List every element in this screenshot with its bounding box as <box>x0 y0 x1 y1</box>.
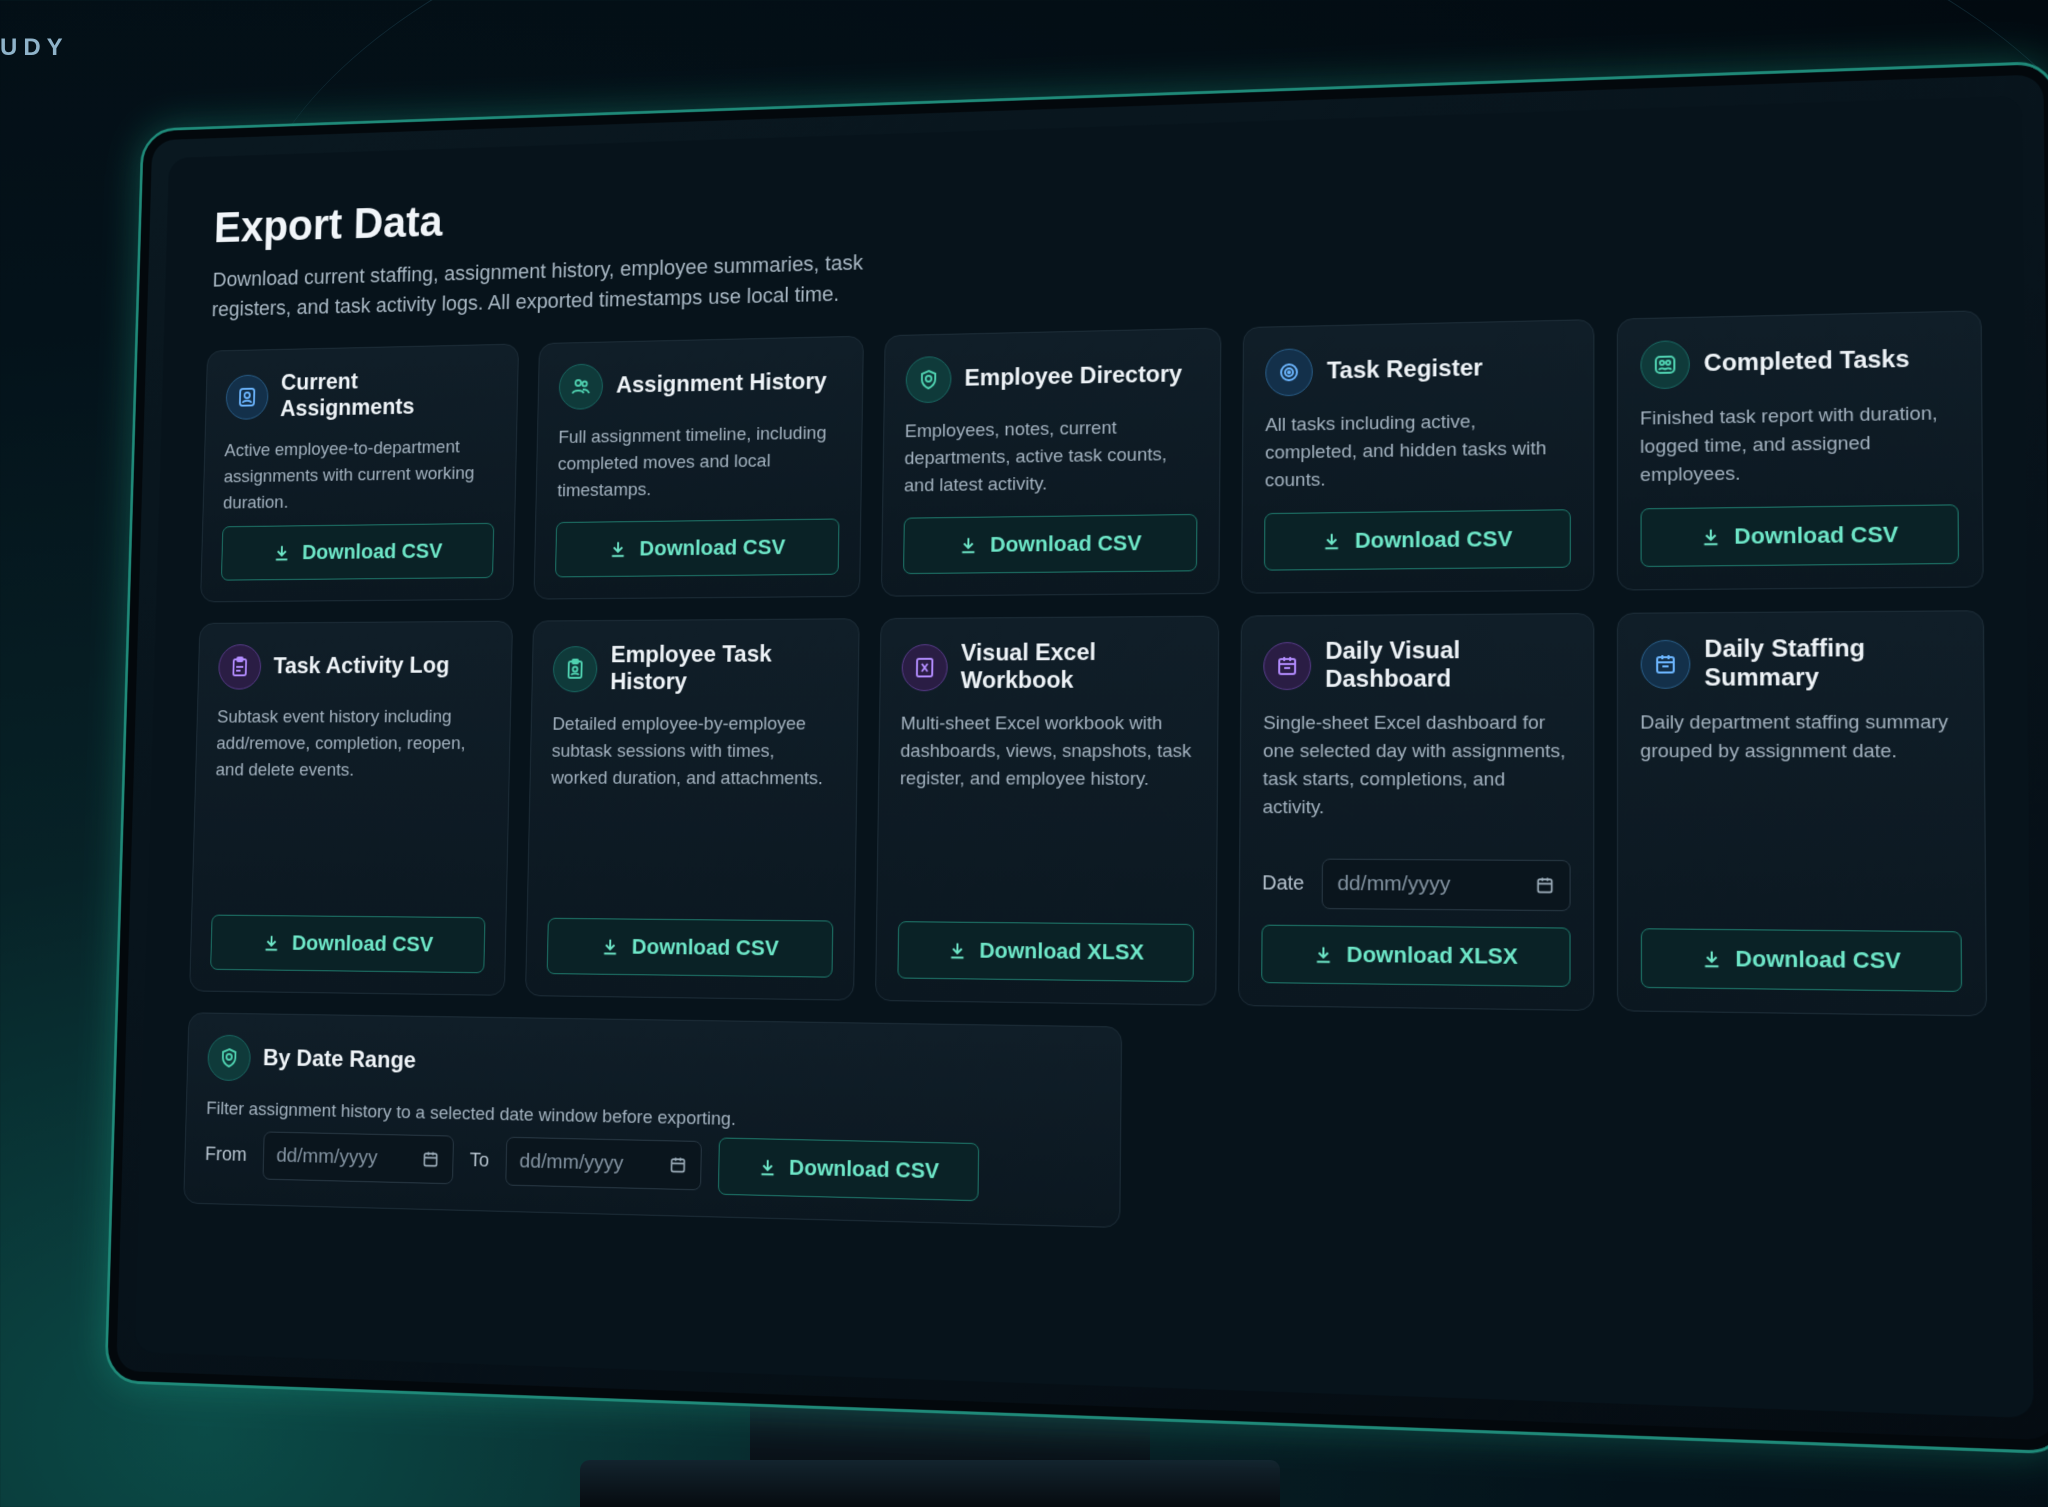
card-assignment-history: Assignment History Full assignment timel… <box>533 335 864 600</box>
from-date-input[interactable]: dd/mm/yyyy <box>262 1131 454 1185</box>
card-description: Multi-sheet Excel workbook with dashboar… <box>899 713 1192 790</box>
date-placeholder: dd/mm/yyyy <box>1337 871 1451 896</box>
card-visual-excel-workbook: Visual Excel Workbook Multi-sheet Excel … <box>874 615 1220 1006</box>
download-icon <box>272 542 292 563</box>
button-label: Download CSV <box>639 534 786 561</box>
download-csv-button[interactable]: Download CSV <box>555 518 840 578</box>
card-current-assignments: Current Assignments Active employee-to-d… <box>200 343 520 603</box>
download-icon <box>261 932 281 953</box>
button-label: Download XLSX <box>1346 941 1518 969</box>
download-icon <box>1700 947 1723 970</box>
download-csv-button[interactable]: Download CSV <box>210 914 486 974</box>
card-title: Task Activity Log <box>273 652 450 680</box>
target-icon <box>1265 348 1314 397</box>
download-csv-button[interactable]: Download CSV <box>1640 928 1963 992</box>
date-row: Date dd/mm/yyyy <box>1261 858 1571 912</box>
to-label: To <box>469 1149 490 1171</box>
button-label: Download CSV <box>1354 526 1513 553</box>
calendar-picker-icon[interactable] <box>668 1155 687 1175</box>
button-label: Download CSV <box>1734 521 1899 549</box>
button-label: Download CSV <box>788 1154 940 1184</box>
card-title: Task Register <box>1326 354 1483 385</box>
download-icon <box>600 936 621 958</box>
download-xlsx-button[interactable]: Download XLSX <box>897 921 1195 983</box>
card-description: Employees, notes, current departments, a… <box>903 417 1167 497</box>
card-description: Detailed employee-by-employee subtask se… <box>550 713 824 790</box>
download-icon <box>608 538 629 559</box>
calendar-icon <box>1640 639 1690 689</box>
id-badge-icon <box>905 355 952 404</box>
card-title: Current Assignments <box>279 368 415 422</box>
download-icon <box>1321 530 1343 552</box>
clipboard-icon <box>217 644 262 690</box>
card-description: Finished task report with duration, logg… <box>1640 403 1938 487</box>
button-label: Download CSV <box>990 530 1142 557</box>
calendar-picker-icon[interactable] <box>1534 875 1555 896</box>
card-employee-directory: Employee Directory Employees, notes, cur… <box>880 327 1222 597</box>
screen: Export Data Download current staffing, a… <box>134 95 2034 1419</box>
date-range-row: From dd/mm/yyyy To dd/mm/yyyy Download C… <box>204 1126 979 1202</box>
card-description: Active employee-to-department assignment… <box>222 437 475 514</box>
to-date-placeholder: dd/mm/yyyy <box>519 1149 624 1175</box>
download-icon <box>946 939 967 961</box>
card-task-register: Task Register All tasks including active… <box>1241 319 1594 594</box>
download-csv-button[interactable]: Download CSV <box>717 1137 979 1202</box>
monitor-base <box>580 1460 1280 1507</box>
calendar-picker-icon[interactable] <box>421 1149 440 1169</box>
button-label: Download CSV <box>631 934 779 961</box>
card-by-date-range: By Date Range Filter assignment history … <box>183 1012 1123 1228</box>
download-csv-button[interactable]: Download CSV <box>902 513 1198 575</box>
from-date-placeholder: dd/mm/yyyy <box>276 1144 378 1169</box>
card-title: Completed Tasks <box>1703 345 1910 378</box>
users-icon <box>558 363 604 410</box>
download-csv-button[interactable]: Download CSV <box>220 522 495 581</box>
card-task-activity-log: Task Activity Log Subtask event history … <box>189 620 514 996</box>
card-description: All tasks including active, completed, a… <box>1264 411 1547 492</box>
monitor: Export Data Download current staffing, a… <box>104 60 2048 1455</box>
button-label: Download XLSX <box>979 937 1144 965</box>
card-title: Employee Directory <box>964 360 1183 392</box>
card-description: Daily department staffing summary groupe… <box>1640 711 1949 763</box>
card-description: Single-sheet Excel dashboard for one sel… <box>1262 712 1566 819</box>
excel-icon <box>901 644 948 692</box>
download-xlsx-button[interactable]: Download XLSX <box>1261 924 1571 988</box>
button-label: Download CSV <box>301 538 443 564</box>
card-title: Visual Excel Workbook <box>960 639 1097 694</box>
download-icon <box>957 534 978 556</box>
card-title: Employee Task History <box>609 641 772 695</box>
button-label: Download CSV <box>291 930 434 957</box>
card-completed-tasks: Completed Tasks Finished task report wit… <box>1616 310 1984 591</box>
clipboard-user-icon <box>552 646 599 693</box>
card-employee-task-history: Employee Task History Detailed employee-… <box>525 618 860 1001</box>
card-description: Subtask event history including add/remo… <box>215 706 466 781</box>
to-date-input[interactable]: dd/mm/yyyy <box>505 1136 702 1191</box>
id-badge-icon <box>207 1034 252 1082</box>
page-subtitle: Download current staffing, assignment hi… <box>211 250 864 321</box>
download-csv-button[interactable]: Download CSV <box>547 917 834 978</box>
button-label: Download CSV <box>1735 945 1901 974</box>
card-daily-staffing-summary: Daily Staffing Summary Daily department … <box>1616 610 1987 1017</box>
date-label: Date <box>1261 871 1305 895</box>
calendar-icon <box>1263 641 1312 691</box>
download-icon <box>1312 943 1334 966</box>
from-label: From <box>204 1143 248 1166</box>
brand-text: UDY <box>0 34 69 61</box>
date-input[interactable]: dd/mm/yyyy <box>1322 858 1571 912</box>
card-title: Assignment History <box>615 368 827 399</box>
card-title: Daily Staffing Summary <box>1704 634 1866 692</box>
card-title: Daily Visual Dashboard <box>1325 637 1461 693</box>
card-title: By Date Range <box>262 1045 417 1074</box>
page-title: Export Data <box>213 196 444 252</box>
download-csv-button[interactable]: Download CSV <box>1264 509 1571 571</box>
download-icon <box>1699 526 1722 549</box>
card-daily-visual-dashboard: Daily Visual Dashboard Single-sheet Exce… <box>1238 612 1594 1011</box>
download-csv-button[interactable]: Download CSV <box>1640 504 1960 568</box>
team-icon <box>1639 340 1690 390</box>
card-description: Full assignment timeline, including comp… <box>556 423 827 502</box>
export-card-grid: Current Assignments Active employee-to-d… <box>189 310 1987 1017</box>
user-badge-icon <box>225 374 269 420</box>
download-icon <box>757 1156 778 1178</box>
